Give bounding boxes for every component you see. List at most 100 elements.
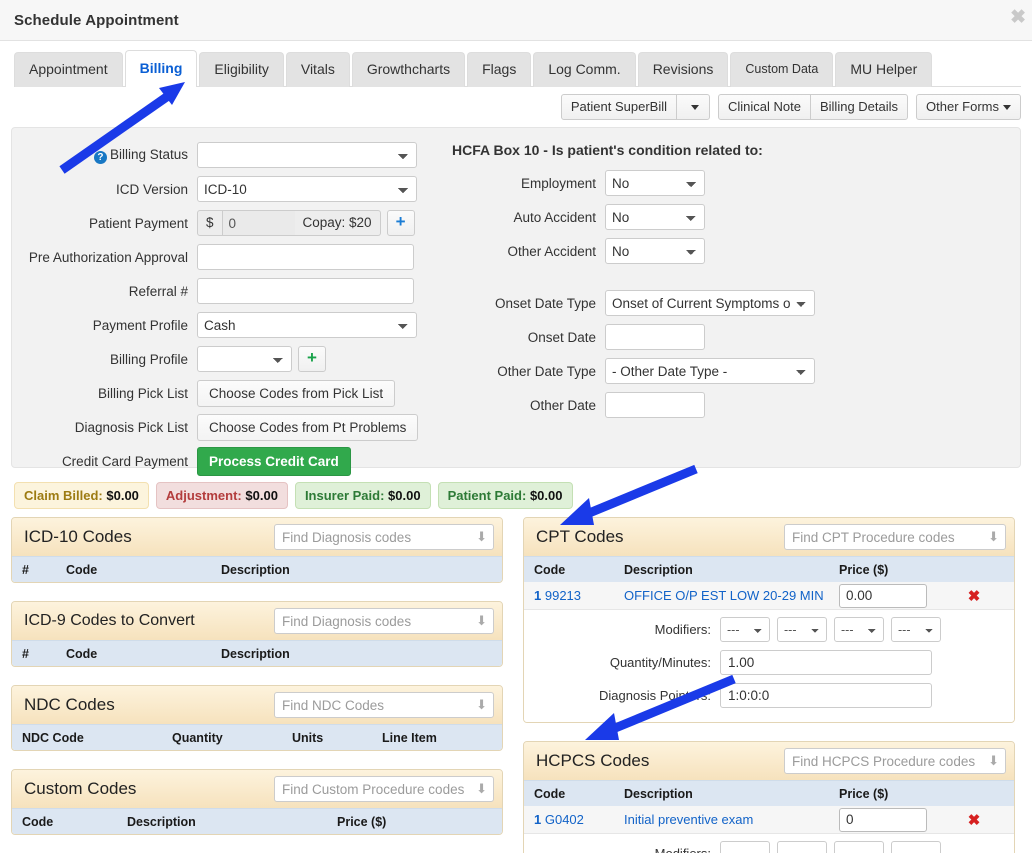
patient-payment-input[interactable] <box>222 210 295 236</box>
other-accident-label: Other Accident <box>507 243 596 259</box>
cpt-pointers-input[interactable] <box>720 683 932 708</box>
icd-version-label: ICD Version <box>115 181 188 197</box>
cpt-delete-icon[interactable]: ✖ <box>949 587 989 605</box>
patient-superbill-button[interactable]: Patient SuperBill <box>560 93 677 120</box>
billing-details-button[interactable]: Billing Details <box>809 93 909 120</box>
hcpcs-row-description[interactable]: Initial preventive exam <box>614 812 829 827</box>
clinical-note-button[interactable]: Clinical Note <box>718 93 811 120</box>
status-badge-claim-billed: Claim Billed: $0.00 <box>14 482 149 509</box>
forms-toolbar: Patient SuperBill Clinical Note Billing … <box>0 87 1032 121</box>
tab-eligibility[interactable]: Eligibility <box>199 52 284 87</box>
other-date-input[interactable] <box>605 392 705 418</box>
icd10-panel-header: ICD-10 Codes ⬇ <box>12 518 502 556</box>
billing-pick-list-label: Billing Pick List <box>97 385 188 401</box>
close-icon[interactable]: ✖ <box>1010 8 1026 27</box>
tab-vitals[interactable]: Vitals <box>285 52 350 87</box>
insurer-paid-label: Insurer Paid: <box>304 488 385 503</box>
hcpcs-modifier-1-select[interactable]: --- <box>720 841 770 853</box>
other-date-type-select[interactable]: - Other Date Type - <box>605 358 815 384</box>
billing-status-row: ? Billing Status <box>12 142 442 168</box>
other-date-label: Other Date <box>529 397 596 413</box>
choose-codes-pt-problems-button[interactable]: Choose Codes from Pt Problems <box>197 413 419 441</box>
icd10-search-input[interactable] <box>274 524 494 550</box>
tab-log-comm[interactable]: Log Comm. <box>533 52 636 87</box>
process-credit-card-button[interactable]: Process Credit Card <box>197 446 351 476</box>
ndc-search-input[interactable] <box>274 692 494 718</box>
hcpcs-modifier-2-select[interactable]: --- <box>777 841 827 853</box>
cpt-table-header: Code Description Price ($) <box>524 556 1014 582</box>
other-forms-button[interactable]: Other Forms <box>916 93 1021 120</box>
cpt-modifier-2-select[interactable]: --- <box>777 617 827 642</box>
add-billing-profile-button[interactable]: + <box>298 346 326 372</box>
superbill-dropdown-button[interactable] <box>676 93 710 120</box>
onset-date-type-label: Onset Date Type <box>494 295 596 311</box>
help-icon[interactable]: ? <box>93 150 107 164</box>
referral-input[interactable] <box>197 278 414 304</box>
other-accident-select[interactable]: No <box>605 238 705 264</box>
schedule-appointment-modal: Schedule Appointment ✖ Appointment Billi… <box>0 0 1032 853</box>
custom-col-description: Description <box>127 814 196 829</box>
claim-totals-badges: Claim Billed: $0.00 Adjustment: $0.00 In… <box>14 482 1032 509</box>
page-title: Schedule Appointment <box>14 11 179 29</box>
tab-growthcharts[interactable]: Growthcharts <box>351 52 466 87</box>
tab-mu-helper[interactable]: MU Helper <box>835 52 933 87</box>
ndc-table-header: NDC Code Quantity Units Line Item <box>12 724 502 750</box>
icd10-codes-panel: ICD-10 Codes ⬇ # Code Description <box>11 517 503 583</box>
tab-custom-data[interactable]: Custom Data <box>730 52 834 87</box>
table-row: 1 G0402 Initial preventive exam ✖ <box>524 806 1014 834</box>
onset-date-input[interactable] <box>605 324 705 350</box>
other-accident-row: Other Accident No <box>450 238 1020 264</box>
patient-payment-group: $ Copay: $20 + <box>197 210 415 236</box>
tab-flags[interactable]: Flags <box>467 52 532 87</box>
icd9-search-input[interactable] <box>274 608 494 634</box>
other-forms-group: Other Forms <box>916 93 1021 120</box>
icd-version-select[interactable]: ICD-10 <box>197 176 417 202</box>
patient-payment-label: Patient Payment <box>88 215 188 231</box>
custom-col-code: Code <box>22 814 54 829</box>
hcpcs-panel-title: HCPCS Codes <box>536 751 650 770</box>
cpt-price-input[interactable] <box>839 583 927 608</box>
cpt-pointers-row: Diagnosis Pointers: <box>524 683 1014 708</box>
cpt-modifiers-label: Modifiers: <box>654 622 711 637</box>
cpt-row-description[interactable]: OFFICE O/P EST LOW 20-29 MIN <box>614 588 829 603</box>
payment-profile-select[interactable]: Cash <box>197 312 417 338</box>
onset-date-type-row: Onset Date Type Onset of Current Symptom… <box>450 290 1020 316</box>
tab-revisions[interactable]: Revisions <box>637 52 729 87</box>
hcpcs-row-code-value[interactable]: G0402 <box>545 812 584 827</box>
chevron-down-icon <box>1003 104 1011 110</box>
onset-date-type-select[interactable]: Onset of Current Symptoms o <box>605 290 815 316</box>
cpt-modifier-4-select[interactable]: --- <box>891 617 941 642</box>
cpt-row-code-value[interactable]: 99213 <box>545 588 581 603</box>
hcpcs-modifiers-row: Modifiers: --- --- --- --- <box>524 841 1014 853</box>
cpt-modifier-1-select[interactable]: --- <box>720 617 770 642</box>
hcpcs-row-code[interactable]: 1 G0402 <box>524 812 614 827</box>
employment-select[interactable]: No <box>605 170 705 196</box>
hcpcs-table-header: Code Description Price ($) <box>524 780 1014 806</box>
other-forms-label: Other Forms <box>926 98 999 114</box>
icd10-panel-title: ICD-10 Codes <box>24 527 132 546</box>
hcpcs-search-input[interactable] <box>784 748 1006 774</box>
custom-search-input[interactable] <box>274 776 494 802</box>
cpt-quantity-input[interactable] <box>720 650 932 675</box>
cpt-search-input[interactable] <box>784 524 1006 550</box>
hcpcs-col-code: Code <box>534 786 566 801</box>
hcpcs-modifier-3-select[interactable]: --- <box>834 841 884 853</box>
cpt-panel-header: CPT Codes ⬇ <box>524 518 1014 556</box>
hcpcs-price-input[interactable] <box>839 807 927 832</box>
hcpcs-delete-icon[interactable]: ✖ <box>949 811 989 829</box>
hcpcs-row-price-cell <box>829 807 949 832</box>
choose-codes-pick-list-button[interactable]: Choose Codes from Pick List <box>197 379 396 407</box>
pre-auth-input[interactable] <box>197 244 414 270</box>
add-payment-button[interactable]: + <box>386 210 415 236</box>
hcpcs-modifier-4-select[interactable]: --- <box>891 841 941 853</box>
billing-profile-select[interactable] <box>197 346 292 372</box>
custom-panel-header: Custom Codes ⬇ <box>12 770 502 808</box>
credit-card-label: Credit Card Payment <box>61 453 188 469</box>
employment-label: Employment <box>520 175 596 191</box>
billing-status-select[interactable] <box>197 142 417 168</box>
auto-accident-select[interactable]: No <box>605 204 705 230</box>
tab-billing[interactable]: Billing <box>124 50 198 88</box>
cpt-modifier-3-select[interactable]: --- <box>834 617 884 642</box>
tab-appointment[interactable]: Appointment <box>14 52 123 87</box>
cpt-row-code[interactable]: 1 99213 <box>524 588 614 603</box>
